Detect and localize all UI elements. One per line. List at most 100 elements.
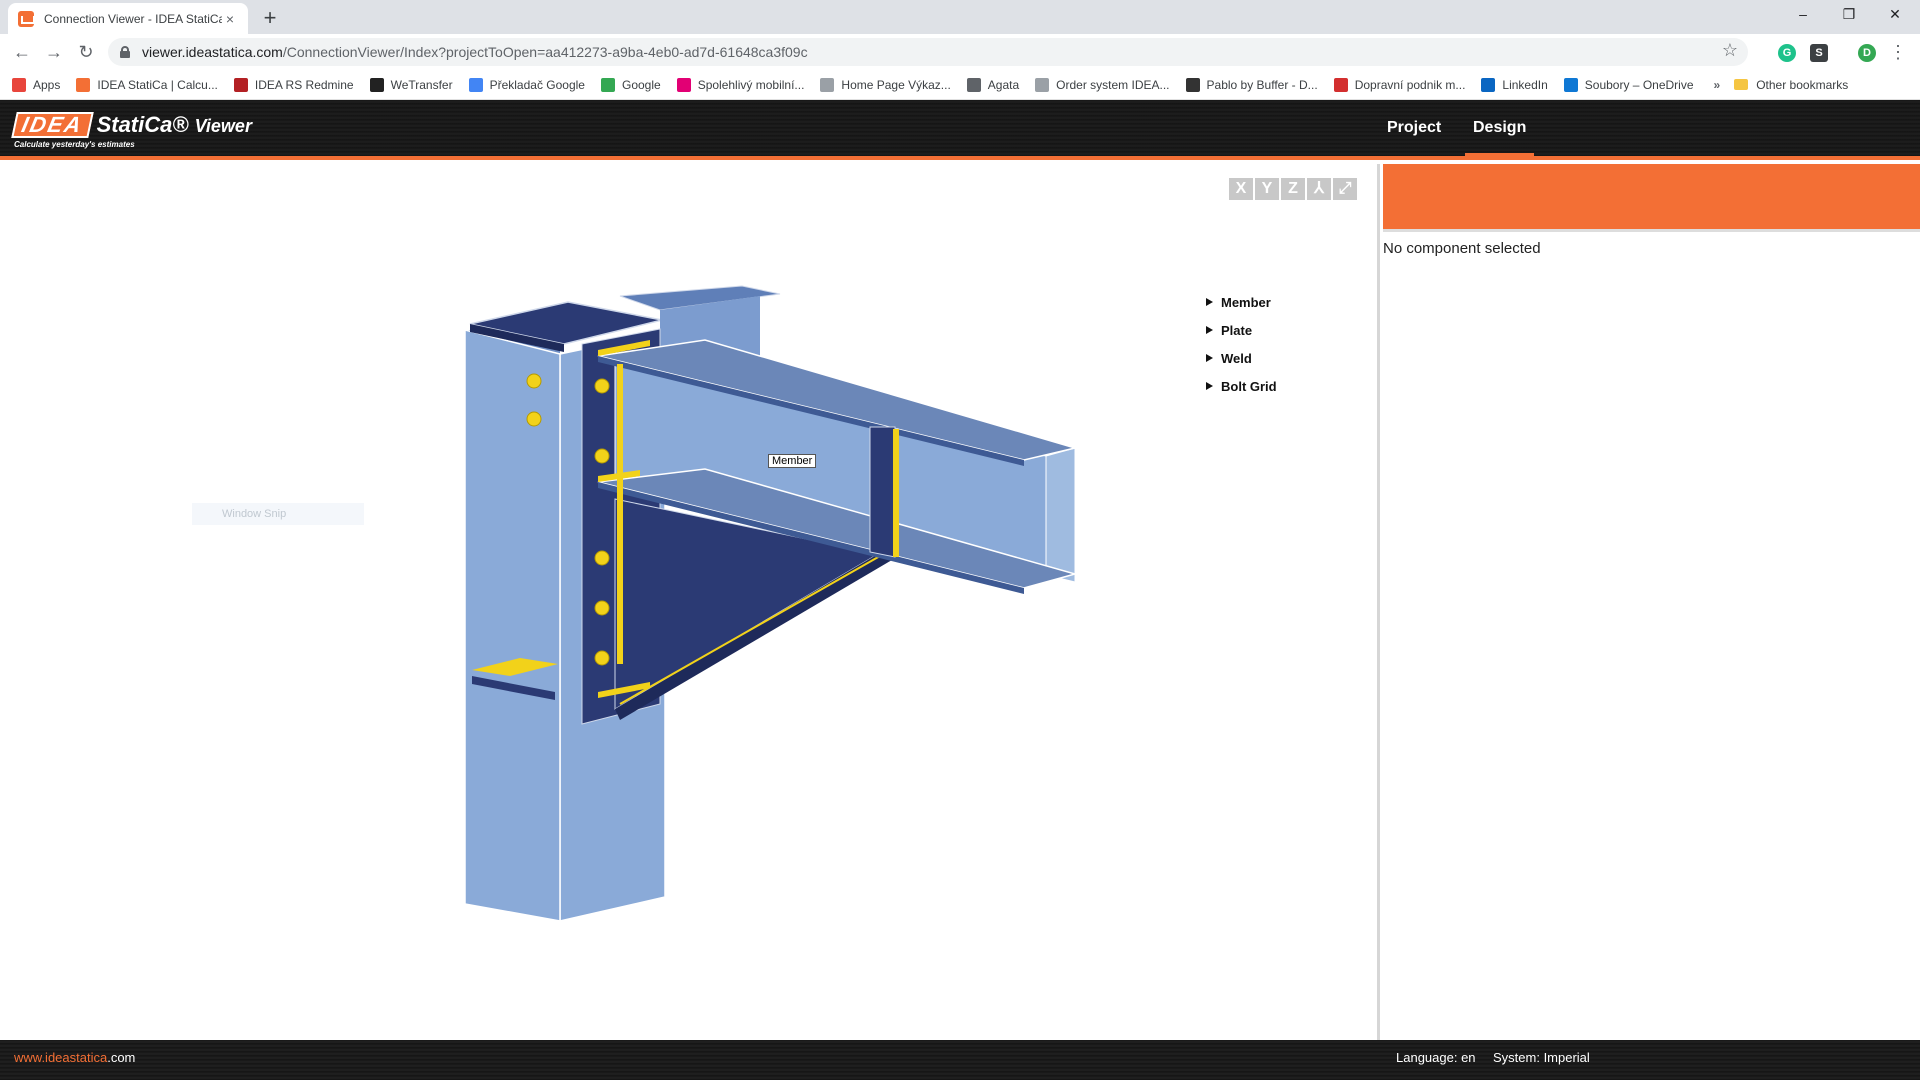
nav-project[interactable]: Project [1387, 100, 1441, 156]
tab-title: Connection Viewer - IDEA StatiCa [44, 12, 222, 26]
close-tab-icon[interactable]: × [222, 11, 238, 27]
view-iso-button[interactable]: ⅄ [1307, 178, 1331, 200]
legend-label: Member [1221, 295, 1271, 310]
unit-system-setting[interactable]: System: Imperial [1493, 1050, 1590, 1065]
url-host: viewer.ideastatica.com [142, 44, 283, 60]
browser-tab-strip: Connection Viewer - IDEA StatiCa × + – ❐… [0, 0, 1920, 34]
bookmark-item[interactable]: Dopravní podnik m... [1334, 78, 1466, 92]
legend-label: Plate [1221, 323, 1252, 338]
bookmark-item[interactable]: IDEA RS Redmine [234, 78, 354, 92]
bookmark-label: Dopravní podnik m... [1355, 78, 1466, 92]
bookmark-item[interactable]: Apps [12, 78, 60, 92]
browser-toolbar: ← → ↻ viewer.ideastatica.com/ConnectionV… [0, 34, 1920, 70]
idea-favicon-icon [18, 11, 34, 27]
extension-icon[interactable]: S [1810, 44, 1828, 62]
component-legend: Member Plate Weld Bolt Grid [1206, 288, 1277, 400]
bolt [595, 601, 609, 615]
translate-icon [469, 78, 483, 92]
bookmark-item[interactable]: Překladač Google [469, 78, 585, 92]
back-icon[interactable]: ← [10, 40, 34, 64]
reload-icon[interactable]: ↻ [74, 40, 98, 64]
language-setting[interactable]: Language: en [1396, 1050, 1476, 1065]
bookmark-item[interactable]: Pablo by Buffer - D... [1186, 78, 1318, 92]
logo-viewer: Viewer [195, 116, 252, 136]
bolt [527, 412, 541, 426]
properties-panel: No component selected [1383, 164, 1920, 1040]
onedrive-icon [1564, 78, 1578, 92]
close-window-icon[interactable]: ✕ [1872, 0, 1918, 30]
bookmark-label: Order system IDEA... [1056, 78, 1169, 92]
zoom-fit-button[interactable]: ⤢ [1333, 178, 1357, 200]
globe-icon [967, 78, 981, 92]
bookmark-label: IDEA RS Redmine [255, 78, 354, 92]
view-x-button[interactable]: X [1229, 178, 1253, 200]
legend-plate[interactable]: Plate [1206, 316, 1277, 344]
legend-member[interactable]: Member [1206, 288, 1277, 316]
bookmark-label: Home Page Výkaz... [841, 78, 950, 92]
more-bookmarks-button[interactable]: » [1714, 78, 1721, 92]
bolt [595, 449, 609, 463]
bookmark-item[interactable]: Order system IDEA... [1035, 78, 1169, 92]
idea-icon [76, 78, 90, 92]
lock-icon [120, 46, 130, 58]
connection-model[interactable] [0, 164, 1380, 1040]
browser-tab[interactable]: Connection Viewer - IDEA StatiCa × [8, 3, 248, 34]
profile-avatar[interactable]: D [1858, 44, 1876, 62]
bookmark-label: Pablo by Buffer - D... [1207, 78, 1318, 92]
bookmark-label: Soubory – OneDrive [1585, 78, 1694, 92]
legend-bolt-grid[interactable]: Bolt Grid [1206, 372, 1277, 400]
minimize-icon[interactable]: – [1780, 0, 1826, 30]
bolt [527, 374, 541, 388]
nav-design[interactable]: Design [1473, 100, 1526, 156]
address-bar[interactable]: viewer.ideastatica.com/ConnectionViewer/… [108, 38, 1748, 66]
url-path: /ConnectionViewer/Index?projectToOpen=aa… [283, 44, 808, 60]
bookmarks-bar: Apps IDEA StatiCa | Calcu... IDEA RS Redmi… [0, 70, 1920, 100]
view-controls: X Y Z ⅄ ⤢ [1229, 178, 1357, 200]
pablo-icon [1186, 78, 1200, 92]
bookmark-item[interactable]: IDEA StatiCa | Calcu... [76, 78, 218, 92]
wetransfer-icon [370, 78, 384, 92]
forward-icon[interactable]: → [42, 40, 66, 64]
idea-statica-logo[interactable]: IDEAStatiCa®Viewer Calculate yesterday's… [14, 112, 252, 149]
restore-icon[interactable]: ❐ [1826, 0, 1872, 30]
bookmark-star-icon[interactable]: ☆ [1722, 40, 1738, 61]
expand-arrow-icon [1206, 354, 1213, 362]
bookmark-item[interactable]: Google [601, 78, 661, 92]
linkedin-icon [1481, 78, 1495, 92]
bookmark-item[interactable]: Spolehlivý mobilní... [677, 78, 805, 92]
other-bookmarks[interactable]: Other bookmarks [1756, 78, 1848, 92]
beam-stiffener [870, 427, 895, 557]
bookmark-item[interactable]: Home Page Výkaz... [820, 78, 950, 92]
view-z-button[interactable]: Z [1281, 178, 1305, 200]
bookmark-item[interactable]: LinkedIn [1481, 78, 1547, 92]
member-tag[interactable]: Member [768, 454, 816, 468]
view-y-button[interactable]: Y [1255, 178, 1279, 200]
redmine-icon [234, 78, 248, 92]
bookmark-label: IDEA StatiCa | Calcu... [97, 78, 218, 92]
bookmark-item[interactable]: Soubory – OneDrive [1564, 78, 1694, 92]
google-icon [601, 78, 615, 92]
new-tab-button[interactable]: + [258, 5, 282, 31]
app-footer: www.ideastatica.com Language: en System:… [0, 1040, 1920, 1080]
legend-label: Weld [1221, 351, 1252, 366]
stiffener-weld [893, 429, 899, 557]
folder-icon [1734, 79, 1748, 90]
expand-arrow-icon [1206, 382, 1213, 390]
grammarly-icon[interactable]: G [1778, 44, 1796, 62]
bookmark-label: Spolehlivý mobilní... [698, 78, 805, 92]
bookmark-item[interactable]: WeTransfer [370, 78, 453, 92]
bolt [595, 651, 609, 665]
ghost-window-snip: Window Snip [192, 503, 364, 525]
expand-arrow-icon [1206, 298, 1213, 306]
menu-dots-icon[interactable]: ⋮ [1886, 40, 1910, 64]
bookmark-label: WeTransfer [391, 78, 453, 92]
3d-viewport[interactable]: Member Window Snip X Y Z ⅄ ⤢ Member Plat… [0, 164, 1380, 1040]
logo-statica: StatiCa® [97, 112, 189, 137]
legend-weld[interactable]: Weld [1206, 344, 1277, 372]
site-link[interactable]: www.ideastatica.com [14, 1050, 135, 1065]
column-side [465, 330, 560, 921]
bookmark-item[interactable]: Agata [967, 78, 1019, 92]
expand-arrow-icon [1206, 326, 1213, 334]
bookmark-label: Překladač Google [490, 78, 585, 92]
telekom-icon [677, 78, 691, 92]
